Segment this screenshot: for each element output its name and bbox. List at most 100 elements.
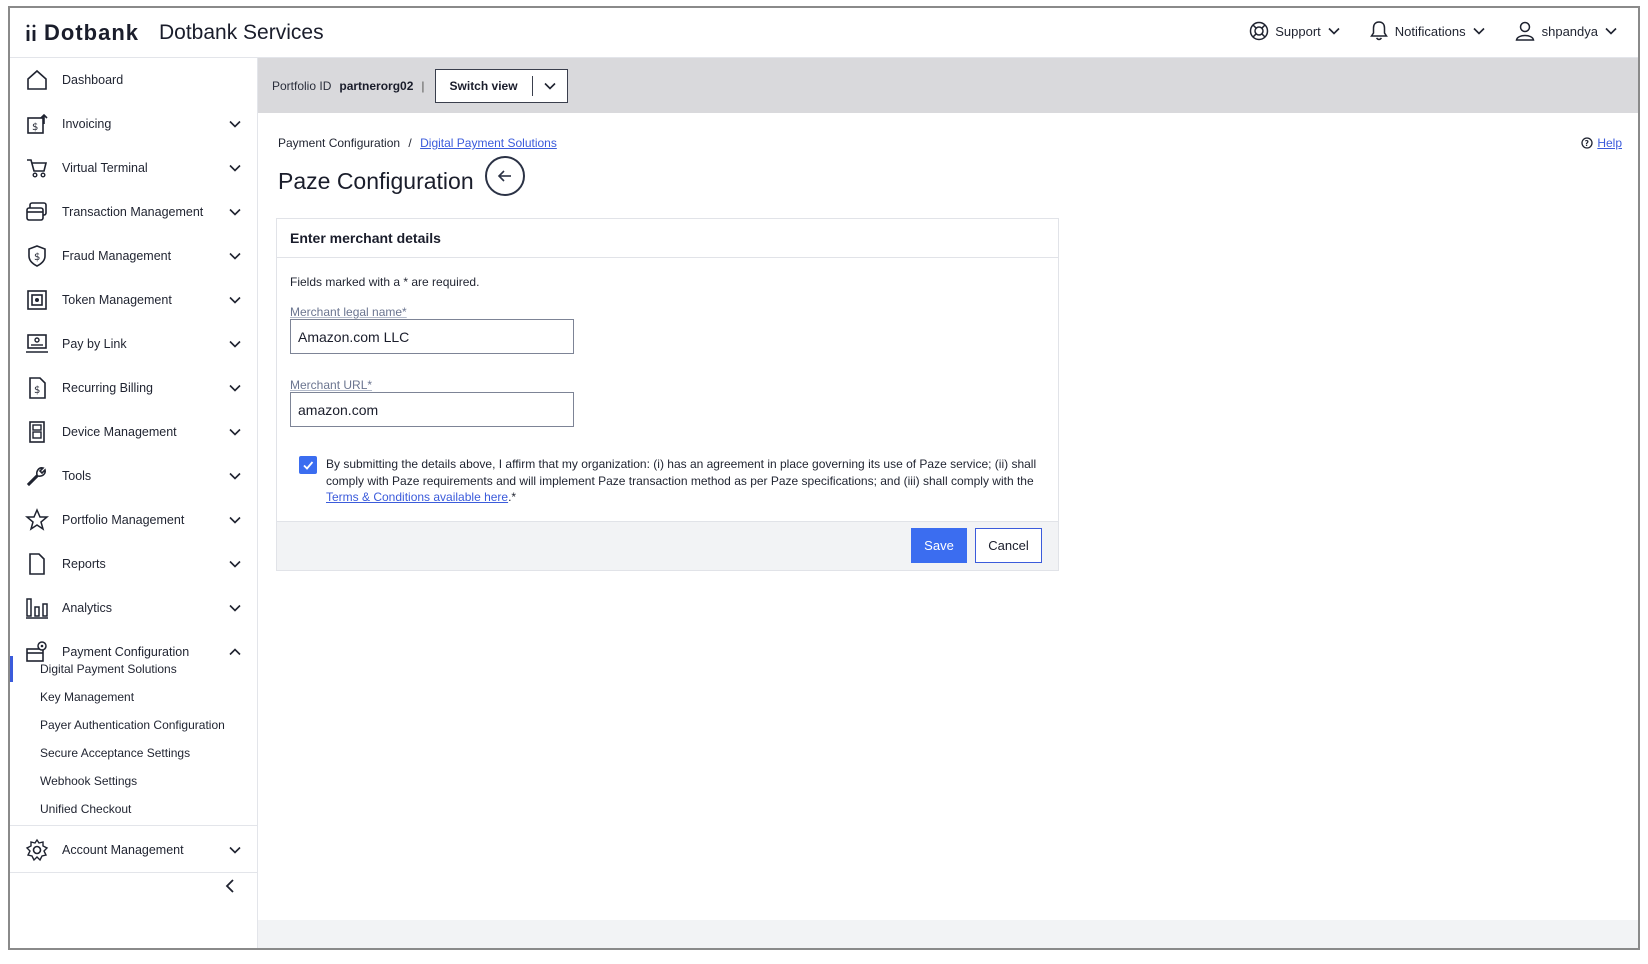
gear-icon	[25, 838, 49, 862]
portfolio-id-label: Portfolio ID	[272, 78, 332, 93]
sidebar-item-pay-by-link[interactable]: Pay by Link	[10, 322, 257, 366]
home-icon	[27, 69, 47, 90]
transaction-icon	[26, 202, 47, 221]
svg-text:$: $	[32, 122, 38, 133]
subnav-digital-payment-solutions[interactable]: Digital Payment Solutions	[10, 656, 257, 682]
app-window: Dotbank Dotbank Services Support Notific…	[8, 6, 1640, 950]
sidebar-item-device-management[interactable]: Device Management	[10, 410, 257, 454]
svg-text:$: $	[34, 385, 40, 396]
chevron-down-icon	[229, 252, 241, 260]
affirm-statement: By submitting the details above, I affir…	[326, 456, 1046, 506]
sidebar-item-label: Recurring Billing	[62, 381, 154, 395]
token-icon	[27, 290, 47, 310]
svg-text:?: ?	[1585, 139, 1589, 148]
merchant-legal-name-label: Merchant legal name*	[290, 305, 407, 319]
switch-view-label: Switch view	[449, 78, 518, 93]
sidebar-item-label: Virtual Terminal	[62, 161, 148, 175]
affirm-suffix: .*	[508, 490, 517, 504]
merchant-url-input[interactable]	[290, 392, 574, 427]
sidebar-item-invoicing[interactable]: $ Invoicing	[10, 102, 257, 146]
merchant-legal-name-input[interactable]	[290, 319, 574, 354]
breadcrumb-link-digital-payment-solutions[interactable]: Digital Payment Solutions	[420, 136, 557, 150]
chevron-down-icon	[229, 846, 241, 854]
sidebar-item-label: Fraud Management	[62, 249, 172, 263]
chevron-down-icon	[229, 472, 241, 480]
sidebar-item-label: Portfolio Management	[62, 513, 185, 527]
breadcrumb-parent: Payment Configuration	[278, 136, 401, 150]
sidebar-item-analytics[interactable]: Analytics	[10, 586, 257, 630]
sidebar-item-dashboard[interactable]: Dashboard	[10, 58, 257, 102]
cart-icon	[27, 159, 48, 178]
chevron-down-icon	[1605, 27, 1617, 35]
chevron-down-icon	[229, 560, 241, 568]
top-bar: Dotbank Dotbank Services Support Notific…	[10, 8, 1638, 58]
help-link[interactable]: ? Help	[1581, 136, 1622, 150]
cancel-button[interactable]: Cancel	[975, 528, 1042, 563]
card-footer: Save Cancel	[277, 521, 1058, 570]
sidebar-item-token-management[interactable]: Token Management	[10, 278, 257, 322]
sidebar-divider	[10, 872, 257, 873]
support-label: Support	[1275, 23, 1321, 39]
sidebar-item-label: Reports	[62, 557, 106, 571]
document-icon	[29, 553, 45, 575]
sidebar-item-portfolio-management[interactable]: Portfolio Management	[10, 498, 257, 542]
subnav-key-management[interactable]: Key Management	[10, 684, 257, 710]
subnav-secure-acceptance-settings[interactable]: Secure Acceptance Settings	[10, 740, 257, 766]
checkmark-icon	[303, 461, 314, 470]
support-menu[interactable]: Support	[1249, 21, 1341, 41]
arrow-left-icon	[497, 170, 511, 182]
chevron-down-icon	[1473, 27, 1485, 35]
sidebar-item-label: Device Management	[62, 425, 177, 439]
switch-view-button[interactable]: Switch view	[434, 68, 568, 103]
save-button[interactable]: Save	[911, 528, 967, 563]
sidebar-item-transaction-management[interactable]: Transaction Management	[10, 190, 257, 234]
card-title: Enter merchant details	[277, 219, 1058, 258]
brand[interactable]: Dotbank Dotbank Services	[24, 20, 324, 46]
invoice-icon: $	[27, 113, 48, 134]
sidebar-item-label: Tools	[62, 469, 92, 483]
back-button[interactable]	[485, 156, 525, 196]
portfolio-bar: Portfolio ID partnerorg02 | Switch view	[258, 58, 1638, 113]
chevron-down-icon	[229, 384, 241, 392]
chevron-down-icon	[229, 164, 241, 172]
laptop-icon	[26, 334, 48, 353]
chevron-down-icon	[543, 82, 556, 90]
sidebar-item-label: Token Management	[62, 293, 172, 307]
wrench-icon	[26, 467, 46, 487]
collapse-sidebar-chevron-left-icon[interactable]	[220, 876, 240, 896]
affirm-text: By submitting the details above, I affir…	[326, 457, 1037, 488]
brand-name: Dotbank	[44, 20, 139, 45]
support-lifebuoy-icon	[1250, 21, 1269, 41]
main-content: Portfolio ID partnerorg02 | Switch view …	[258, 58, 1638, 948]
sidebar-item-label: Invoicing	[62, 117, 112, 131]
terms-conditions-link[interactable]: Terms & Conditions available here	[326, 490, 508, 504]
sidebar-item-account-management[interactable]: Account Management	[10, 828, 257, 872]
notifications-label: Notifications	[1394, 23, 1466, 39]
recurring-billing-icon: $	[29, 377, 46, 399]
chevron-down-icon	[229, 604, 241, 612]
required-note: Fields marked with a * are required.	[290, 275, 480, 289]
sidebar-item-reports[interactable]: Reports	[10, 542, 257, 586]
sidebar-item-virtual-terminal[interactable]: Virtual Terminal	[10, 146, 257, 190]
switch-view-dropdown[interactable]	[533, 79, 567, 93]
breadcrumb-separator: /	[408, 136, 412, 150]
app-title: Dotbank Services	[159, 21, 324, 44]
user-menu[interactable]: shpandya	[1514, 20, 1618, 42]
sidebar-item-label: Transaction Management	[62, 205, 204, 219]
sidebar-item-recurring-billing[interactable]: $ Recurring Billing	[10, 366, 257, 410]
help-label: Help	[1597, 136, 1622, 150]
main-footer-bar	[258, 920, 1638, 948]
portfolio-separator: |	[421, 78, 425, 93]
subnav-webhook-settings[interactable]: Webhook Settings	[10, 768, 257, 794]
bell-icon	[1369, 21, 1388, 41]
subnav-unified-checkout[interactable]: Unified Checkout	[10, 796, 257, 822]
sidebar-item-fraud-management[interactable]: $ Fraud Management	[10, 234, 257, 278]
sidebar-item-tools[interactable]: Tools	[10, 454, 257, 498]
subnav-payer-authentication-configuration[interactable]: Payer Authentication Configuration	[10, 712, 257, 738]
chevron-down-icon	[229, 516, 241, 524]
svg-text:$: $	[34, 252, 40, 263]
shield-icon: $	[28, 245, 46, 267]
notifications-menu[interactable]: Notifications	[1369, 20, 1486, 42]
affirm-checkbox[interactable]	[299, 456, 317, 474]
chevron-down-icon	[229, 296, 241, 304]
